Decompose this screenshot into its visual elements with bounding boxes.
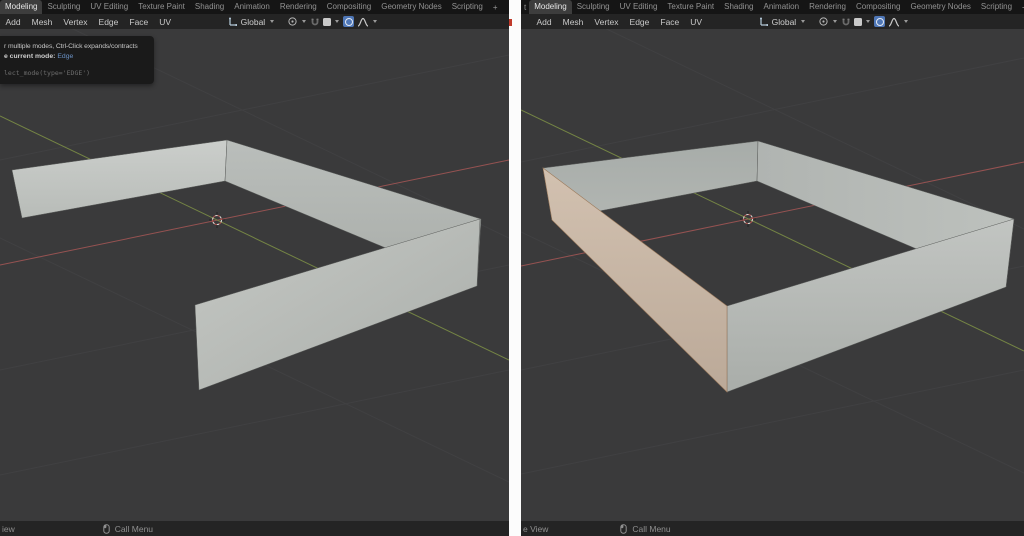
menu-uv[interactable]: UV [154,17,177,27]
pivot-point-icon[interactable] [818,16,829,27]
menu-edge[interactable]: Edge [624,17,655,27]
square-swatch-icon[interactable] [323,18,331,26]
blue-circle-toggle-icon [345,18,353,26]
menu-add[interactable]: Add [0,17,26,27]
pivot-point-icon[interactable] [287,16,298,27]
tooltip-mode-value: Edge [55,53,73,60]
tab-rendering[interactable]: Rendering [804,0,851,14]
tab-sculpting[interactable]: Sculpting [572,0,615,14]
tool-header: Add Mesh Vertex Edge Face UV Global [521,14,1024,29]
chevron-down-icon[interactable] [904,20,908,23]
tab-rendering[interactable]: Rendering [275,0,322,14]
clipped-tab-fragment: t [521,1,529,14]
menu-face[interactable]: Face [655,17,685,27]
menu-uv[interactable]: UV [685,17,708,27]
tab-geometry-nodes[interactable]: Geometry Nodes [376,0,446,14]
add-workspace-button[interactable]: + [1017,1,1024,14]
mouse-icon [620,524,627,534]
status-call-menu-label: Call Menu [115,524,153,534]
tooltip-python-line: lect_mode(type='EDGE') [4,69,90,77]
status-view-label: e View [523,524,548,534]
tab-modeling[interactable]: Modeling [529,0,571,14]
tab-scripting[interactable]: Scripting [976,0,1017,14]
clipped-red-icon-fragment [509,19,512,26]
tab-uv-editing[interactable]: UV Editing [615,0,663,14]
viewport-3d-right[interactable] [521,29,1024,521]
tab-animation[interactable]: Animation [229,0,275,14]
tab-sculpting[interactable]: Sculpting [42,0,85,14]
tab-shading[interactable]: Shading [719,0,758,14]
tab-modeling[interactable]: Modeling [0,0,42,14]
status-bar-left: iew Call Menu [0,521,509,536]
axes-gizmo-icon [227,17,237,27]
tooltip-line1: r multiple modes, Ctrl-Click expands/con… [4,43,138,50]
tab-animation[interactable]: Animation [758,0,804,14]
falloff-smooth-curve-icon[interactable] [888,17,900,27]
menu-mesh[interactable]: Mesh [557,17,589,27]
mouse-icon [103,524,110,534]
status-call-menu-label: Call Menu [632,524,670,534]
chevron-down-icon[interactable] [335,20,339,23]
square-swatch-icon[interactable] [854,18,862,26]
chevron-down-icon[interactable] [302,20,306,23]
tab-texture-paint[interactable]: Texture Paint [662,0,719,14]
falloff-smooth-curve-icon[interactable] [357,17,369,27]
chevron-down-icon[interactable] [801,20,805,23]
proportional-editing-toggle[interactable] [343,16,354,27]
workspace-tab-bar: Modeling Sculpting UV Editing Texture Pa… [0,0,509,14]
transform-orientation-dropdown[interactable]: Global [241,17,266,27]
screenshot-divider [509,0,521,536]
tab-scripting[interactable]: Scripting [447,0,488,14]
chevron-down-icon[interactable] [373,20,377,23]
workspace-tab-bar: t Modeling Sculpting UV Editing Texture … [521,0,1024,14]
tooltip-mode-line: e current mode:Edge [4,53,73,60]
menu-mesh[interactable]: Mesh [26,17,58,27]
blender-viewport-right: t Modeling Sculpting UV Editing Texture … [521,0,1024,536]
tab-compositing[interactable]: Compositing [322,0,376,14]
chevron-down-icon[interactable] [833,20,837,23]
tooltip-mode-label: e current mode: [4,53,55,60]
menu-vertex[interactable]: Vertex [589,17,624,27]
tool-header: Add Mesh Vertex Edge Face UV Global [0,14,509,29]
tooltip-select-mode: r multiple modes, Ctrl-Click expands/con… [0,36,154,84]
blue-circle-toggle-icon [876,18,884,26]
magnet-icon[interactable] [841,17,851,27]
proportional-editing-toggle[interactable] [874,16,885,27]
tab-uv-editing[interactable]: UV Editing [85,0,133,14]
menu-add[interactable]: Add [531,17,557,27]
chevron-down-icon[interactable] [866,20,870,23]
tab-geometry-nodes[interactable]: Geometry Nodes [905,0,975,14]
tab-compositing[interactable]: Compositing [851,0,905,14]
status-view-label: iew [2,524,15,534]
menu-face[interactable]: Face [124,17,154,27]
menu-edge[interactable]: Edge [93,17,124,27]
viewport-3d-left[interactable] [0,29,509,521]
axes-gizmo-icon [758,17,768,27]
transform-orientation-dropdown[interactable]: Global [772,17,797,27]
magnet-icon[interactable] [310,17,320,27]
blender-viewport-left: Modeling Sculpting UV Editing Texture Pa… [0,0,509,536]
tab-shading[interactable]: Shading [190,0,229,14]
menu-vertex[interactable]: Vertex [58,17,93,27]
chevron-down-icon[interactable] [270,20,274,23]
tab-texture-paint[interactable]: Texture Paint [133,0,190,14]
add-workspace-button[interactable]: + [488,1,503,14]
status-bar-right: e View Call Menu [521,521,1024,536]
